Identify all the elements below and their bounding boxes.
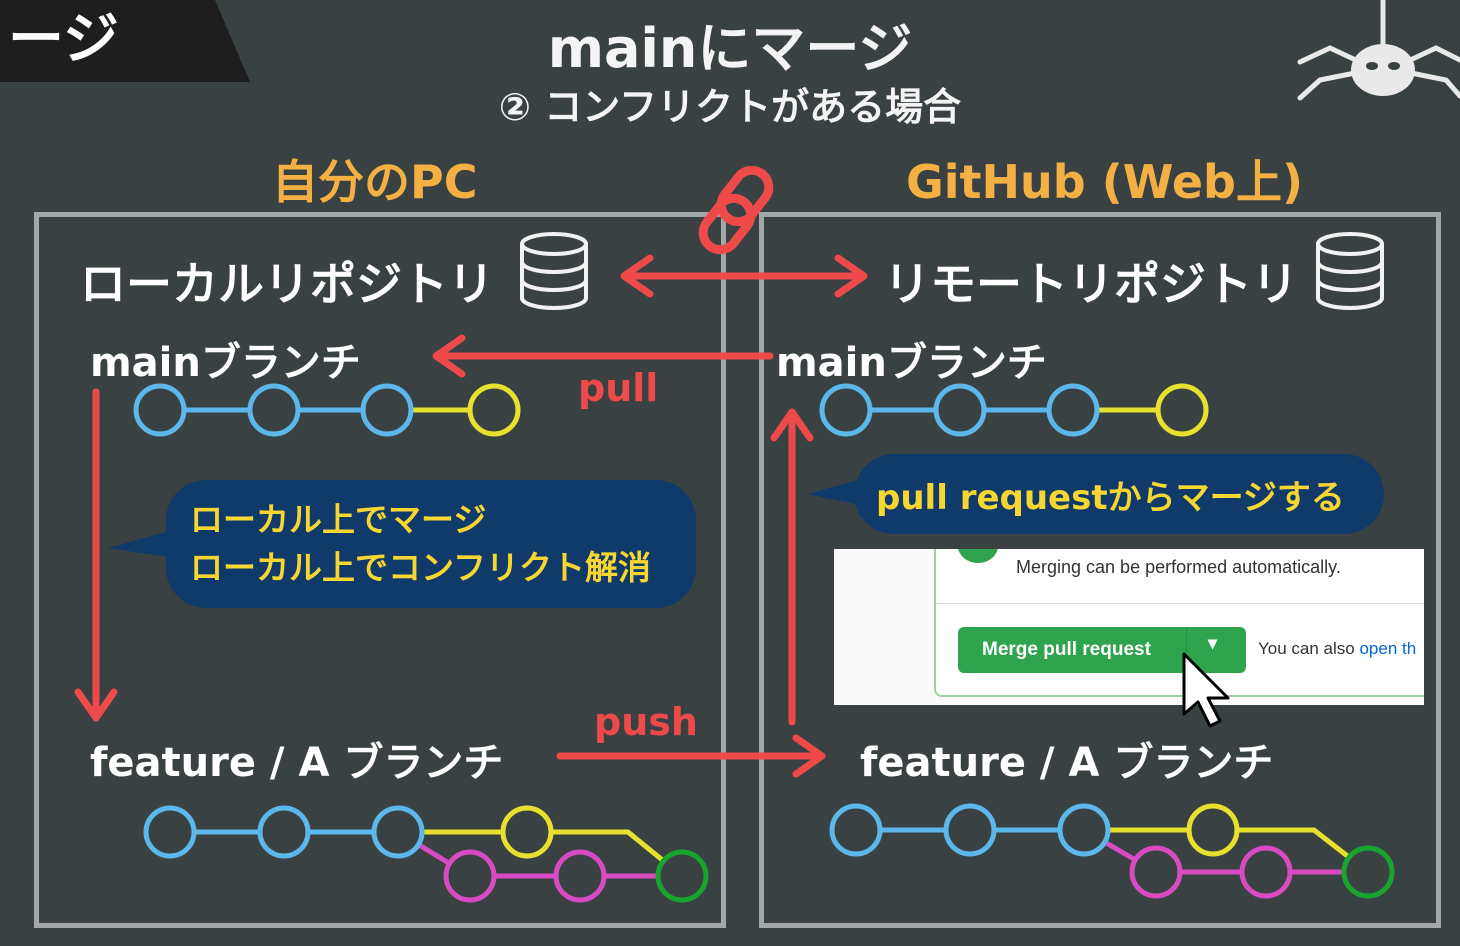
local-bubble-line-1: ローカル上でマージ [190,500,487,539]
mouse-cursor-icon [1182,652,1230,728]
remote-merge-up-arrow [770,408,814,726]
local-bubble-line-2: ローカル上でコンフリクト解消 [190,548,652,587]
chain-link-icon [698,165,774,255]
spider-icon [1297,0,1460,101]
remote-merge-bubble: pull requestからマージする [854,454,1384,534]
sync-double-arrow [620,254,868,298]
merge-box: Merging can be performed automatically. … [934,549,1424,697]
merge-button-label: Merge pull request [982,639,1151,660]
merge-status-message: Merging can be performed automatically. [1016,557,1341,577]
local-merge-bubble: ローカル上でマージ ローカル上でコンフリクト解消 [166,480,696,608]
check-status-icon [958,549,998,563]
also-text: You can also [1258,639,1360,658]
local-merge-down-arrow [74,388,118,722]
remote-main-commit-graph [819,383,1209,437]
merge-box-divider [936,603,1424,604]
github-merge-screenshot: Merging can be performed automatically. … [834,549,1424,705]
local-feature-commit-graph [143,805,709,903]
alternative-text: You can also open th [1258,639,1416,659]
pull-arrow [432,334,774,378]
remote-bubble-text: pull requestからマージする [876,478,1345,518]
database-icon [520,232,588,310]
database-icon [1316,232,1384,310]
local-main-commit-graph [133,383,521,437]
push-arrow [556,734,826,778]
remote-feature-commit-graph [829,803,1395,899]
open-link[interactable]: open th [1359,639,1416,658]
